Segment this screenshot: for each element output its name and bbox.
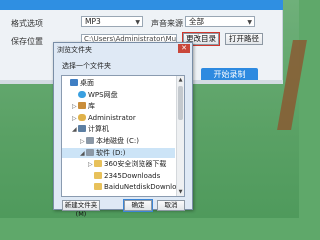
format-select[interactable]: MP3 ▼: [81, 16, 143, 27]
tree-item[interactable]: ▷ Administrator: [62, 113, 175, 123]
tree-item[interactable]: ▷ 本地磁盘 (C:): [62, 136, 175, 146]
tree-item-label: 2345Downloads: [104, 171, 161, 180]
tree-item[interactable]: 桌面: [62, 78, 175, 88]
ok-button[interactable]: 确定: [123, 199, 153, 212]
drive-icon: [86, 137, 94, 144]
folder-icon: [94, 160, 102, 168]
new-folder-button[interactable]: 新建文件夹(M): [62, 200, 100, 218]
drive-icon: [86, 148, 94, 156]
format-select-value: MP3: [85, 17, 101, 26]
browse-folder-dialog: 浏览文件夹 ✕ 选择一个文件夹 桌面 WPS网盘 ▷ 库 ▷ Administrator ◢…: [53, 42, 193, 218]
tree-item-label: 库: [88, 102, 95, 111]
tree-item-label: WPS网盘: [88, 90, 118, 99]
scroll-down-arrow-icon[interactable]: ▼: [177, 188, 184, 196]
chevron-down-icon: ▼: [247, 19, 252, 26]
source-select[interactable]: 全部 ▼: [185, 16, 255, 27]
tree-item[interactable]: BaiduNetdiskDownload: [62, 182, 184, 192]
tree-item[interactable]: 2345Downloads: [62, 171, 175, 181]
open-path-button[interactable]: 打开路径: [225, 33, 263, 45]
source-select-value: 全部: [189, 17, 204, 26]
tree-item-label: 360安全浏览器下载: [104, 160, 167, 169]
user-icon: [78, 113, 86, 121]
cloud-icon: [78, 90, 86, 98]
format-label: 格式选项: [11, 19, 43, 28]
tree-scrollbar[interactable]: ▲ ▼: [176, 76, 184, 196]
tree-item-label: BaiduNetdiskDownload: [104, 183, 185, 192]
close-icon: ✕: [181, 44, 187, 52]
close-button[interactable]: ✕: [178, 44, 190, 53]
tree-item[interactable]: ◢ 软件 (D:): [62, 147, 175, 158]
source-label: 声音来源: [151, 19, 183, 28]
folder-icon: [94, 171, 102, 179]
tree-item-label: 软件 (D:): [96, 148, 126, 157]
tree-item[interactable]: ▷ 库: [62, 101, 175, 111]
desktop-icon: [70, 79, 78, 86]
tree-item[interactable]: ◢ 计算机: [62, 124, 175, 134]
tree-item-label: 桌面: [80, 79, 94, 87]
tree-item-label: 计算机: [88, 125, 109, 134]
tree-item[interactable]: ▷ 360安全浏览器下载: [62, 159, 175, 169]
folder-icon: [94, 183, 102, 191]
dialog-prompt: 选择一个文件夹: [62, 62, 111, 70]
app-title-bar: [0, 0, 283, 10]
tree-item[interactable]: WPS网盘: [62, 90, 175, 100]
library-icon: [78, 102, 86, 110]
tree-item-label: Administrator: [88, 113, 136, 122]
scroll-up-arrow-icon[interactable]: ▲: [177, 76, 184, 84]
tree-item-label: 本地磁盘 (C:): [96, 137, 139, 145]
computer-icon: [78, 125, 86, 133]
scroll-thumb[interactable]: [178, 86, 183, 120]
cancel-button[interactable]: 取消: [157, 200, 185, 211]
save-location-label: 保存位置: [11, 37, 43, 46]
dialog-title: 浏览文件夹: [57, 46, 92, 54]
folder-tree: 桌面 WPS网盘 ▷ 库 ▷ Administrator ◢ 计算机 ▷ 本地磁盘 (C:) ◢ 软件…: [61, 75, 185, 197]
chevron-down-icon: ▼: [135, 19, 140, 26]
